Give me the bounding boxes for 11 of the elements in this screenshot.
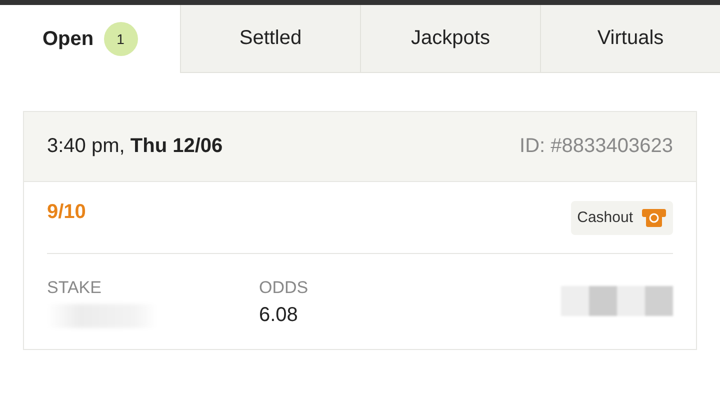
count-badge: 1: [104, 22, 138, 56]
field-label: STAKE: [47, 278, 102, 298]
field-label: ODDS: [259, 278, 310, 298]
tab[interactable]: Jackpots: [360, 5, 540, 73]
bet-id: ID: #8833403623: [520, 135, 673, 158]
cashout-icon: [641, 206, 667, 228]
cashout-button[interactable]: Cashout: [571, 200, 673, 234]
tab[interactable]: Settled: [180, 5, 360, 73]
tab[interactable]: Virtuals: [540, 5, 720, 73]
field-value: 6.08: [259, 304, 299, 327]
bet-datetime: 3:40 pm, Thu 12/06: [47, 135, 223, 158]
